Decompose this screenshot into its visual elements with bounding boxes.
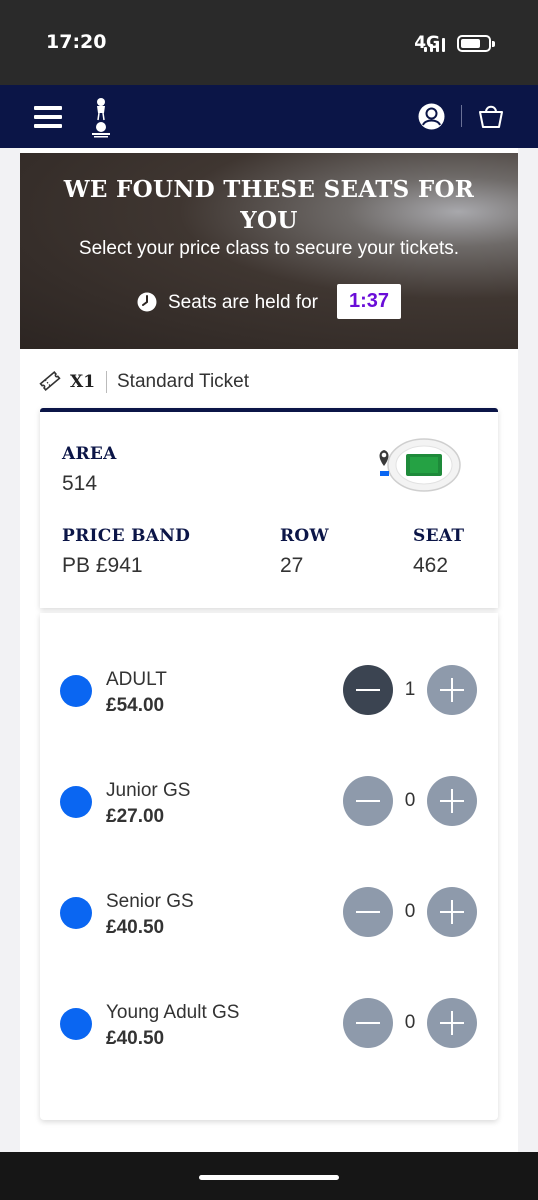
increase-quantity-button[interactable]	[427, 665, 477, 715]
price-class-row: Senior GS £40.50 0	[40, 887, 498, 943]
row-label: ROW	[280, 526, 329, 546]
quantity-value: 0	[404, 901, 416, 922]
seat-label: SEAT	[413, 526, 465, 546]
ticket-divider	[106, 371, 107, 393]
top-navbar	[0, 85, 538, 148]
clock-icon	[137, 292, 157, 312]
price-class-price: £54.00	[106, 695, 165, 716]
price-class-row: ADULT £54.00 1	[40, 665, 498, 721]
price-class-name: Senior GS	[106, 891, 194, 912]
price-class-price: £40.50	[106, 1028, 165, 1049]
countdown-badge: 1:37	[337, 284, 401, 319]
user-icon[interactable]	[418, 103, 445, 130]
seat-selection-panel: WE FOUND THESE SEATS FOR YOU Select your…	[20, 148, 518, 1158]
increase-quantity-button[interactable]	[427, 776, 477, 826]
ticket-type: Standard Ticket	[117, 371, 250, 392]
row-value: 27	[280, 554, 304, 577]
seat-details-card: AREA 514 PRICE BAND PB £941 ROW 27 SEAT …	[40, 408, 498, 608]
price-class-indicator	[60, 1008, 92, 1040]
hero-subtitle: Select your price class to secure your t…	[78, 238, 460, 259]
area-label: AREA	[62, 444, 117, 464]
page-title: WE FOUND THESE SEATS FOR YOU	[63, 176, 475, 234]
quantity-value: 1	[404, 679, 416, 700]
hero-banner: WE FOUND THESE SEATS FOR YOU Select your…	[20, 153, 518, 349]
price-class-row: Junior GS £27.00 0	[40, 776, 498, 832]
decrease-quantity-button[interactable]	[343, 887, 393, 937]
hold-timer: Seats are held for 1:37	[20, 284, 518, 320]
price-class-price: £27.00	[106, 806, 165, 827]
decrease-quantity-button[interactable]	[343, 998, 393, 1048]
status-time: 17:20	[46, 31, 107, 53]
seat-value: 462	[413, 554, 449, 577]
stadium-map-icon[interactable]	[376, 436, 462, 494]
ticket-quantity: X1	[70, 372, 96, 392]
decrease-quantity-button[interactable]	[343, 776, 393, 826]
increase-quantity-button[interactable]	[427, 998, 477, 1048]
home-indicator[interactable]	[199, 1175, 339, 1180]
nav-divider	[461, 105, 462, 127]
hamburger-menu-icon[interactable]	[34, 106, 62, 128]
battery-icon	[457, 35, 495, 52]
increase-quantity-button[interactable]	[427, 887, 477, 937]
price-class-price: £40.50	[106, 917, 165, 938]
signal-icon	[424, 36, 450, 52]
basket-icon[interactable]	[477, 102, 505, 130]
club-crest-logo[interactable]	[86, 96, 116, 138]
price-class-indicator	[60, 786, 92, 818]
price-class-list: ADULT £54.00 1 Junior GS £27.00 0 Senior…	[40, 613, 498, 1120]
status-bar: 17:20 4G	[0, 0, 538, 85]
quantity-value: 0	[404, 1012, 416, 1033]
quantity-value: 0	[404, 790, 416, 811]
price-class-name: Junior GS	[106, 780, 191, 801]
price-class-indicator	[60, 897, 92, 929]
area-value: 514	[62, 472, 98, 495]
ticket-summary: X1 Standard Ticket	[39, 369, 499, 395]
price-class-name: ADULT	[106, 669, 167, 690]
decrease-quantity-button[interactable]	[343, 665, 393, 715]
price-band-value: PB £941	[62, 554, 143, 577]
system-nav-bar	[0, 1152, 538, 1200]
hold-label: Seats are held for	[168, 292, 318, 313]
price-band-label: PRICE BAND	[62, 526, 191, 546]
ticket-icon	[39, 371, 61, 391]
price-class-indicator	[60, 675, 92, 707]
price-class-name: Young Adult GS	[106, 1002, 240, 1023]
price-class-row: Young Adult GS £40.50 0	[40, 998, 498, 1054]
